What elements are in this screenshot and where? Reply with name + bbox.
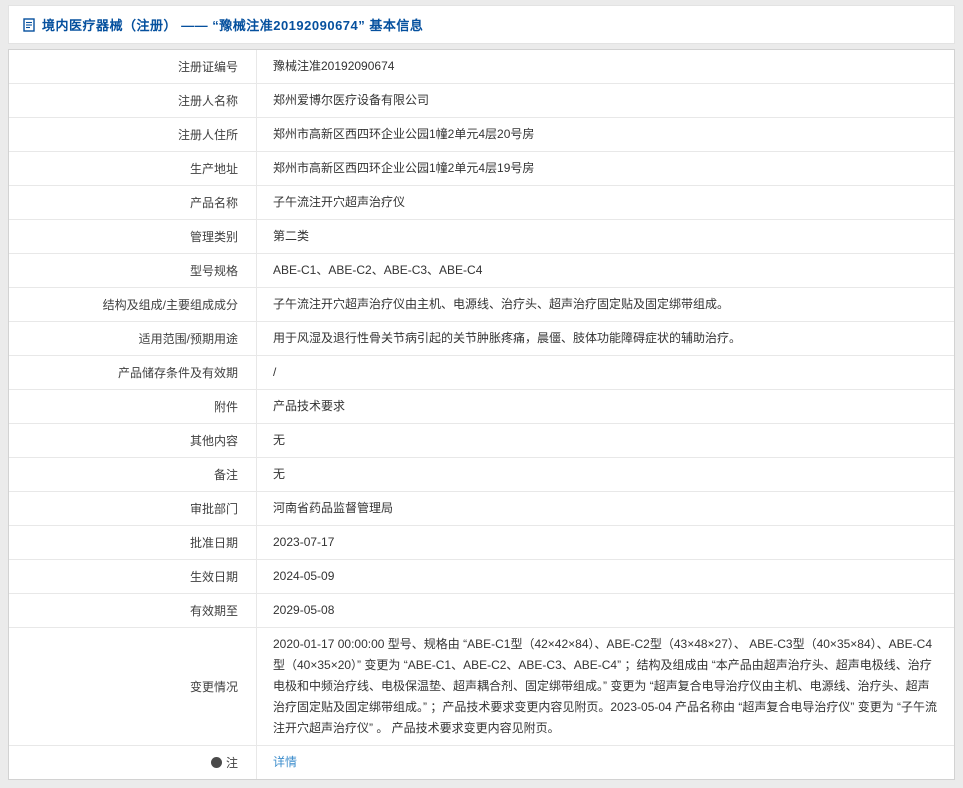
row-value: 无 (257, 458, 954, 491)
row-label: 有效期至 (9, 594, 257, 627)
row-label: 注册证编号 (9, 50, 257, 83)
row-value: 子午流注开穴超声治疗仪 (257, 186, 954, 219)
table-row: 附件 产品技术要求 (9, 390, 954, 424)
row-value: 郑州爱博尔医疗设备有限公司 (257, 84, 954, 117)
table-row-note: 注 详情 (9, 746, 954, 779)
row-label: 生产地址 (9, 152, 257, 185)
table-row-change-history: 变更情况 2020-01-17 00:00:00 型号、规格由 “ABE-C1型… (9, 628, 954, 746)
row-value: 郑州市高新区西四环企业公园1幢2单元4层19号房 (257, 152, 954, 185)
table-row: 产品储存条件及有效期 / (9, 356, 954, 390)
table-row: 生效日期 2024-05-09 (9, 560, 954, 594)
document-icon (23, 18, 35, 32)
page-title: 境内医疗器械（注册） —— “豫械注准20192090674” 基本信息 (42, 15, 423, 34)
table-row: 其他内容 无 (9, 424, 954, 458)
table-row: 适用范围/预期用途 用于风湿及退行性骨关节病引起的关节肿胀疼痛，晨僵、肢体功能障… (9, 322, 954, 356)
details-link[interactable]: 详情 (273, 752, 297, 773)
table-row: 注册人名称 郑州爱博尔医疗设备有限公司 (9, 84, 954, 118)
row-label: 变更情况 (9, 628, 257, 745)
table-row: 结构及组成/主要组成成分 子午流注开穴超声治疗仪由主机、电源线、治疗头、超声治疗… (9, 288, 954, 322)
row-label: 结构及组成/主要组成成分 (9, 288, 257, 321)
row-label: 适用范围/预期用途 (9, 322, 257, 355)
row-value: 详情 (257, 746, 954, 779)
row-label: 产品名称 (9, 186, 257, 219)
page: 境内医疗器械（注册） —— “豫械注准20192090674” 基本信息 注册证… (0, 0, 963, 788)
row-value: 第二类 (257, 220, 954, 253)
row-value: 郑州市高新区西四环企业公园1幢2单元4层20号房 (257, 118, 954, 151)
table-row: 有效期至 2029-05-08 (9, 594, 954, 628)
row-label: 审批部门 (9, 492, 257, 525)
table-row: 型号规格 ABE-C1、ABE-C2、ABE-C3、ABE-C4 (9, 254, 954, 288)
note-label: 注 (226, 754, 238, 771)
table-row: 备注 无 (9, 458, 954, 492)
row-value: 2020-01-17 00:00:00 型号、规格由 “ABE-C1型（42×4… (257, 628, 954, 745)
row-value: 2029-05-08 (257, 594, 954, 627)
row-value: 无 (257, 424, 954, 457)
row-label: 生效日期 (9, 560, 257, 593)
row-value: 2023-07-17 (257, 526, 954, 559)
row-value: 豫械注准20192090674 (257, 50, 954, 83)
row-value: ABE-C1、ABE-C2、ABE-C3、ABE-C4 (257, 254, 954, 287)
row-value: 产品技术要求 (257, 390, 954, 423)
row-value: 用于风湿及退行性骨关节病引起的关节肿胀疼痛，晨僵、肢体功能障碍症状的辅助治疗。 (257, 322, 954, 355)
row-label: 注册人名称 (9, 84, 257, 117)
page-header: 境内医疗器械（注册） —— “豫械注准20192090674” 基本信息 (8, 5, 955, 44)
row-value: 子午流注开穴超声治疗仪由主机、电源线、治疗头、超声治疗固定贴及固定绑带组成。 (257, 288, 954, 321)
row-label: 管理类别 (9, 220, 257, 253)
row-value: 2024-05-09 (257, 560, 954, 593)
row-label: 注册人住所 (9, 118, 257, 151)
table-row: 注册人住所 郑州市高新区西四环企业公园1幢2单元4层20号房 (9, 118, 954, 152)
row-label: 批准日期 (9, 526, 257, 559)
table-row: 管理类别 第二类 (9, 220, 954, 254)
row-label: 型号规格 (9, 254, 257, 287)
table-row: 批准日期 2023-07-17 (9, 526, 954, 560)
row-label: 附件 (9, 390, 257, 423)
table-row: 注册证编号 豫械注准20192090674 (9, 50, 954, 84)
table-row: 产品名称 子午流注开穴超声治疗仪 (9, 186, 954, 220)
table-row: 审批部门 河南省药品监督管理局 (9, 492, 954, 526)
row-label: 注 (9, 746, 257, 779)
row-label: 产品储存条件及有效期 (9, 356, 257, 389)
row-label: 备注 (9, 458, 257, 491)
note-icon (211, 757, 222, 768)
row-value: / (257, 356, 954, 389)
row-value: 河南省药品监督管理局 (257, 492, 954, 525)
row-label: 其他内容 (9, 424, 257, 457)
table-row: 生产地址 郑州市高新区西四环企业公园1幢2单元4层19号房 (9, 152, 954, 186)
registration-info-table: 注册证编号 豫械注准20192090674 注册人名称 郑州爱博尔医疗设备有限公… (8, 49, 955, 780)
